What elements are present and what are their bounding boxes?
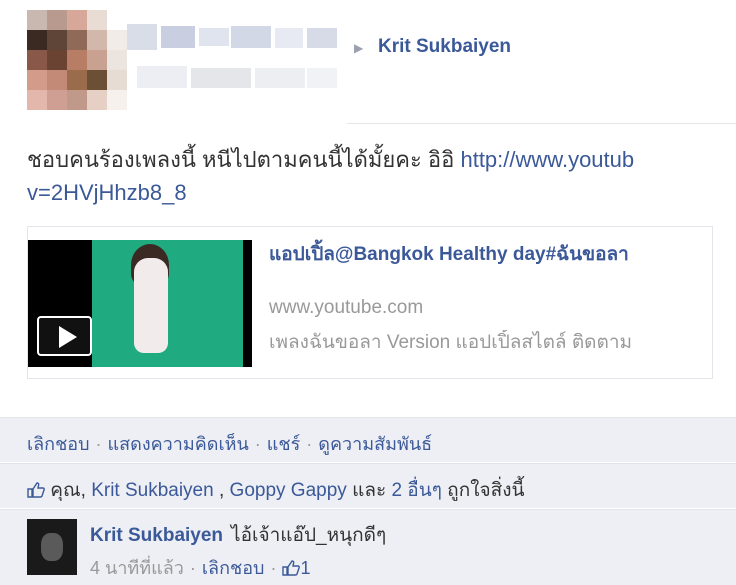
link-domain: www.youtube.com xyxy=(269,297,424,318)
comment-like-count[interactable]: 1 xyxy=(300,558,310,578)
view-relationship-link[interactable]: ดูความสัมพันธ์ xyxy=(318,434,432,454)
post-header: ▶ Krit Sukbaiyen xyxy=(0,0,736,124)
comment-unlike-link[interactable]: เลิกชอบ xyxy=(202,558,265,578)
likes-summary: คุณ, Krit Sukbaiyen , Goppy Gappy และ 2 … xyxy=(0,463,736,508)
liker-link[interactable]: Krit Sukbaiyen xyxy=(91,480,214,501)
like-thumb-icon[interactable] xyxy=(282,560,301,576)
likes-you: คุณ xyxy=(50,480,81,501)
like-thumb-icon xyxy=(27,482,45,498)
avatar[interactable] xyxy=(27,519,77,575)
play-icon[interactable] xyxy=(37,316,92,356)
post-link-continued[interactable]: v=2HVjHhzb8_8 xyxy=(27,180,187,205)
divider xyxy=(347,123,736,124)
comment-item: Krit Sukbaiyen ไอ้เจ้าแอ๊ป_หนุกดีๆ 4 นาที… xyxy=(0,509,736,585)
comment-author[interactable]: Krit Sukbaiyen xyxy=(90,525,223,546)
blurred-avatar[interactable] xyxy=(27,10,127,110)
post-link[interactable]: http://www.youtub xyxy=(460,147,634,172)
post-message-text: ชอบคนร้องเพลงนี้ หนีไปตามคนนี้ได้มั้ยคะ … xyxy=(27,147,461,172)
arrow-right-icon: ▶ xyxy=(354,41,364,55)
link-description: เพลงฉันขอลา Version แอปเปิ้ลสไตล์ ติดตาม xyxy=(269,332,633,353)
post-actions-bar: เลิกชอบ · แสดงความคิดเห็น · แชร์ · ดูความสัมพั… xyxy=(0,417,736,462)
comment-text: ไอ้เจ้าแอ๊ป_หนุกดีๆ xyxy=(231,525,387,546)
blurred-name xyxy=(127,14,347,124)
link-preview-card[interactable]: แอปเปิ้ล@Bangkok Healthy day#ฉันขอลา www… xyxy=(27,226,713,379)
comment-time[interactable]: 4 นาทีที่แล้ว xyxy=(90,558,184,578)
liker-link[interactable]: Goppy Gappy xyxy=(230,480,347,501)
unlike-link[interactable]: เลิกชอบ xyxy=(27,434,90,454)
post-author[interactable]: Krit Sukbaiyen xyxy=(378,36,511,58)
post-message: ชอบคนร้องเพลงนี้ หนีไปตามคนนี้ได้มั้ยคะ … xyxy=(27,143,736,209)
link-title[interactable]: แอปเปิ้ล@Bangkok Healthy day#ฉันขอลา xyxy=(269,241,699,268)
comment-link[interactable]: แสดงความคิดเห็น xyxy=(108,434,249,454)
video-thumbnail[interactable] xyxy=(28,240,252,367)
share-link[interactable]: แชร์ xyxy=(267,434,301,454)
other-likers-link[interactable]: 2 อื่นๆ xyxy=(391,480,441,501)
